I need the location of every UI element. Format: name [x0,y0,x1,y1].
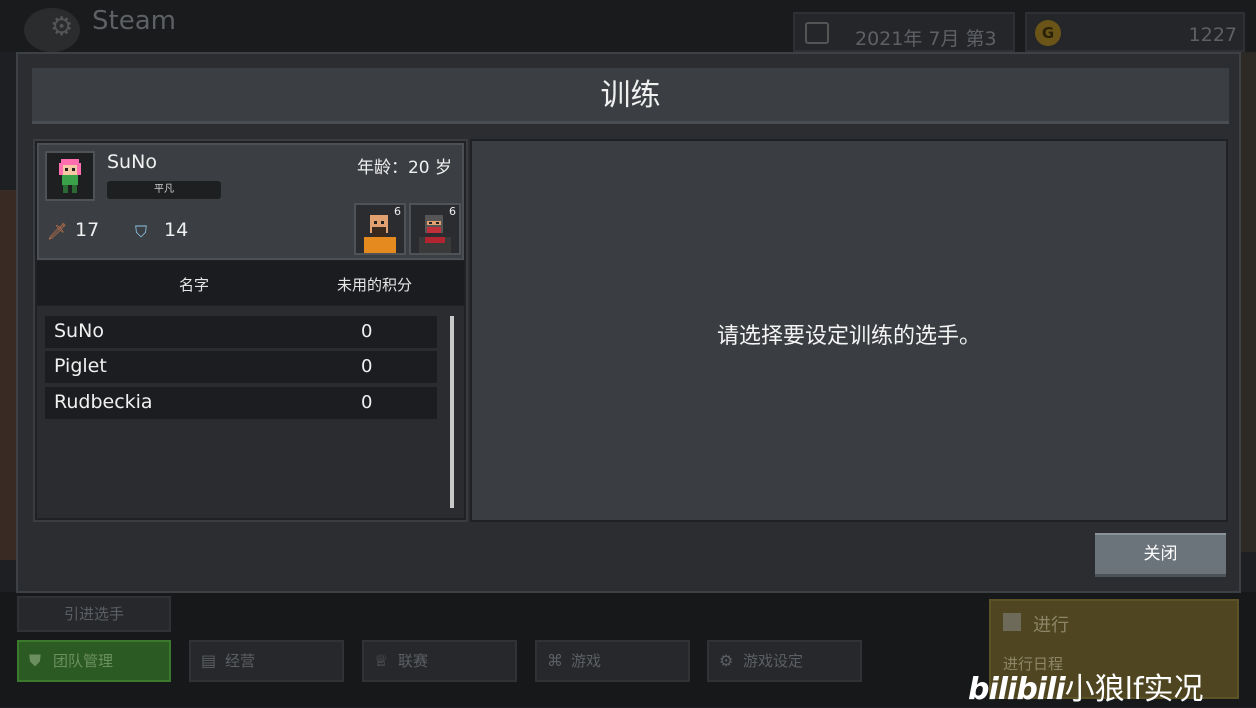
nav-game-settings[interactable]: ⚙ 游戏设定 [707,640,862,682]
money-display: G 1227 [1025,12,1245,52]
list-header: 名字 未用的积分 [37,261,464,305]
column-unused-points: 未用的积分 [337,276,413,294]
team-logo-icon [24,8,80,52]
shield-icon: ⛊ [29,651,42,670]
nav-label: 联赛 [398,652,429,670]
coach-slot[interactable]: 6 [409,203,461,255]
date-display: 2021年 7月 第3周 [793,12,1015,77]
training-dialog: 训练 SuNo 平凡 年龄：20 岁 🗡 17 ⛉ 14 6 6 名字 未用的积… [16,52,1241,593]
flag-icon [1003,613,1021,631]
list-item[interactable]: SuNo 0 [45,316,437,348]
column-name: 名字 [179,276,210,294]
nav-label: 游戏 [571,652,602,670]
left-edge-decor [0,190,16,560]
nav-operations[interactable]: ▤ 经营 [189,640,344,682]
shield-icon: ⛉ [135,222,148,241]
player-list-panel: SuNo 平凡 年龄：20 岁 🗡 17 ⛉ 14 6 6 名字 未用的积分 S… [33,139,468,522]
nav-game[interactable]: ⌘ 游戏 [535,640,690,682]
list-scrollbar[interactable] [450,316,454,508]
nav-label: 游戏设定 [743,652,804,670]
gear-icon: ⚙ [719,651,734,670]
advance-label: 进行 [1033,615,1069,636]
selected-player-card: SuNo 平凡 年龄：20 岁 🗡 17 ⛉ 14 6 6 [37,143,464,260]
row-points: 0 [361,356,373,377]
player-age: 年龄：20 岁 [356,158,452,178]
attack-value: 17 [75,219,100,241]
coach-level: 6 [449,205,456,218]
player-list: SuNo 0 Piglet 0 Rudbeckia 0 [37,306,464,518]
nav-league[interactable]: ♕ 联赛 [362,640,517,682]
list-item[interactable]: Rudbeckia 0 [45,387,437,419]
sword-icon: 🗡 [47,222,68,241]
select-player-prompt: 请选择要设定训练的选手。 [716,324,981,349]
clipboard-icon: ▤ [201,651,217,670]
coach-level: 6 [394,205,401,218]
dialog-title: 训练 [32,68,1229,124]
list-item[interactable]: Piglet 0 [45,351,437,383]
player-avatar [45,151,95,201]
pink-hair-player-icon [59,159,81,193]
training-detail-panel: 请选择要设定训练的选手。 [470,139,1228,522]
close-button[interactable]: 关闭 [1095,533,1226,577]
bilibili-logo: bilibili [968,672,1066,707]
coach-slot[interactable]: 6 [354,203,406,255]
nav-team-management[interactable]: ⛊ 团队管理 [17,640,171,682]
watermark: bilibili小狼lf实况 [968,664,1204,708]
row-player-name: Piglet [54,355,107,377]
nav-label: 团队管理 [53,652,114,670]
row-player-name: Rudbeckia [54,391,153,413]
row-points: 0 [361,321,373,342]
watermark-author: 小狼lf实况 [1064,672,1204,707]
defense-value: 14 [164,219,189,241]
row-points: 0 [361,392,373,413]
row-player-name: SuNo [54,320,104,342]
money-amount: 1227 [1188,24,1237,46]
gamepad-icon: ⌘ [547,651,563,670]
calendar-icon [805,22,829,44]
coin-icon: G [1035,20,1061,46]
right-edge-decor [1240,52,1256,552]
player-name: SuNo [107,151,157,173]
recruit-button[interactable]: 引进选手 [17,596,171,632]
team-name: Steam [92,6,176,36]
trophy-icon: ♕ [374,651,389,670]
nav-label: 经营 [225,652,256,670]
player-trait-badge: 平凡 [107,181,221,199]
